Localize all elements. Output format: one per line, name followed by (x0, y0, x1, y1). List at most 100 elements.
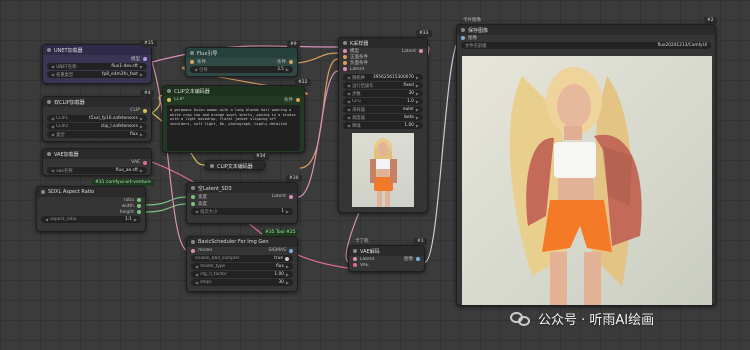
collapse-dot-icon[interactable] (41, 190, 45, 194)
input-pin[interactable] (190, 59, 194, 64)
denoise-widget[interactable]: ◀ 降噪 1.00 ▶ (343, 122, 423, 129)
weight-type-widget[interactable]: ◀ 权重类型 fp8_e4m3fn_fast ▶ (47, 71, 147, 78)
unet-loader-node[interactable]: UNET加载器 模型 ◀ UNET名称 flux1-dev.sft ▶ ◀ 权重类型 fp… (42, 44, 152, 84)
input-label: Latent (350, 66, 365, 72)
output-pin[interactable] (416, 257, 420, 261)
output-pin[interactable] (296, 97, 300, 102)
dual-clip-loader-node[interactable]: 双CLIP加载器 CLIP ◀ CLIP1 t5xxl_fp16.safetenso… (42, 96, 152, 142)
output-pin[interactable] (143, 108, 147, 113)
output-label: 条件 (284, 97, 293, 103)
output-label: 条件 (277, 59, 286, 65)
collapse-dot-icon[interactable] (47, 152, 51, 156)
output-pin[interactable] (143, 56, 147, 61)
collapse-dot-icon[interactable] (343, 41, 347, 45)
clip-type-widget[interactable]: ◀ 类型 flux ▶ (47, 131, 147, 138)
input-label: model (198, 248, 213, 253)
input-pin[interactable] (343, 61, 347, 65)
clip-text-encode-node[interactable]: CLIP文本编码器 CLIP 条件 a gorgeous Asian woman … (162, 85, 305, 153)
collapse-dot-icon[interactable] (190, 51, 194, 55)
unet-name-widget[interactable]: ◀ UNET名称 flux1-dev.sft ▶ (47, 63, 147, 70)
ksampler-node[interactable]: K采样器 模型 Latent 正面条件 负面条件 Latent ◀ 随机种 39562… (338, 37, 428, 213)
output-label: Latent (401, 48, 416, 54)
input-pin[interactable] (353, 263, 357, 267)
input-pin[interactable] (343, 55, 347, 59)
group-tag: 卡丁机 (355, 239, 369, 244)
output-pin[interactable] (137, 210, 141, 214)
output-pin[interactable] (143, 160, 147, 165)
collapse-dot-icon[interactable] (47, 48, 51, 52)
aspect-ratio-widget[interactable]: ◀ aspect_ratio 1:1 ▶ (41, 216, 141, 223)
output-pin[interactable] (289, 248, 293, 253)
scheduler-widget[interactable]: ◀ 调度器 beta ▶ (343, 114, 423, 121)
input-label: 图像 (468, 36, 477, 41)
output-pin[interactable] (289, 59, 293, 64)
node-title: VAE解码 (360, 248, 380, 255)
output-label: height (119, 209, 134, 215)
basic-scheduler-node[interactable]: BasicScheduler For Img Gen model SIGMAS e… (186, 236, 298, 292)
clip-text-encode-collapsed-node[interactable]: CLIP文本编码器 (205, 160, 265, 170)
collapse-dot-icon[interactable] (210, 164, 214, 168)
vae-decode-node[interactable]: VAE解码 Latent 图像 VAE (348, 245, 425, 272)
node-title: 保存图像 (468, 27, 489, 34)
prompt-textarea[interactable]: a gorgeous Asian woman with a long blond… (167, 105, 300, 151)
vae-name-widget[interactable]: ◀ vae名称 flux_ae.sft ▶ (47, 167, 147, 174)
collapse-dot-icon[interactable] (47, 100, 51, 104)
output-label: width (121, 203, 134, 209)
collapse-dot-icon[interactable] (461, 28, 465, 32)
cfg-widget[interactable]: ◀ CFG 1.0 ▶ (343, 98, 423, 105)
model-type-widget[interactable]: ◀ model_type flux ▶ (191, 263, 293, 270)
node-title: CLIP文本编码器 (217, 163, 253, 170)
batch-size-widget[interactable]: ◀ 批次大小 1 ▶ (191, 208, 293, 215)
output-label: CLIP (130, 108, 140, 113)
output-label: SIGMAS (268, 248, 287, 253)
sdxl-aspect-ratio-node[interactable]: SDXL Aspect Ratio ratio width height ◀ as… (36, 186, 146, 232)
input-pin[interactable] (191, 201, 195, 206)
output-label: VAE (131, 160, 140, 165)
node-id-badge: #15 (141, 40, 157, 47)
save-image-node[interactable]: 保存图像 图像 文件名前缀 flux20241213/ComfyUI (456, 24, 716, 306)
collapse-dot-icon[interactable] (191, 186, 195, 190)
input-pin[interactable] (353, 257, 357, 261)
node-title: 双CLIP加载器 (54, 99, 85, 106)
seed-widget[interactable]: ◀ 随机种 395625615300670 ▶ (343, 74, 423, 81)
input-pin[interactable] (461, 36, 465, 40)
input-pin[interactable] (167, 97, 171, 102)
sampler-preview-image (352, 133, 414, 207)
node-id-badge: #33 (416, 30, 432, 37)
input-pin[interactable] (343, 49, 347, 53)
input-label: CLIP (174, 97, 184, 102)
output-pin[interactable] (419, 49, 423, 53)
control-after-generate-widget[interactable]: ◀ 运行后操作 fixed ▶ (343, 82, 423, 89)
input-label: VAE (360, 262, 369, 268)
steps-widget[interactable]: ◀ steps 30 ▶ (191, 279, 293, 286)
output-pin[interactable] (137, 204, 141, 208)
output-pin[interactable] (289, 194, 293, 199)
output-pin[interactable] (137, 198, 141, 202)
enable-bbd-toggle[interactable]: enable_bbd_sampler true (191, 255, 293, 262)
collapse-dot-icon[interactable] (353, 249, 357, 253)
clip1-widget[interactable]: ◀ CLIP1 t5xxl_fp16.safetensors ▶ (47, 115, 147, 122)
flux-guidance-node[interactable]: Flux引导 条件 条件 ◀ 引导 3.5 ▶ (185, 47, 298, 77)
node-title: SDXL Aspect Ratio (48, 189, 95, 195)
node-id-badge: #4 (141, 90, 154, 97)
clip2-widget[interactable]: ◀ CLIP2 clip_l.safetensors ▶ (47, 123, 147, 130)
empty-latent-node[interactable]: 空Latent_SD3 宽度 Latent 高度 ◀ 批次大小 1 ▶ (186, 182, 298, 224)
guidance-widget[interactable]: ◀ 引导 3.5 ▶ (190, 66, 293, 73)
steps-widget[interactable]: ◀ 步数 30 ▶ (343, 90, 423, 97)
vae-loader-node[interactable]: VAE加载器 VAE ◀ vae名称 flux_ae.sft ▶ (42, 148, 152, 176)
node-id-badge: #30 (286, 175, 302, 182)
filename-prefix-widget[interactable]: 文件名前缀 flux20241213/ComfyUI (461, 42, 711, 49)
node-id-badge: #34 (253, 153, 269, 160)
collapse-dot-icon[interactable] (167, 89, 171, 93)
input-pin[interactable] (191, 194, 195, 199)
input-pin[interactable] (343, 67, 347, 71)
collapse-dot-icon[interactable] (191, 240, 195, 244)
watermark-text: 公众号 · 听雨AI绘画 (538, 313, 655, 328)
input-pin[interactable] (191, 248, 195, 253)
cfg-rl-factor-widget[interactable]: ◀ cfg_rl_factor 1.00 ▶ (191, 271, 293, 278)
node-title: UNET加载器 (54, 47, 83, 54)
node-id-badge: #1 (414, 238, 427, 245)
node-id-badge: #2 (704, 17, 717, 24)
node-id-badge: #22 (295, 79, 311, 86)
sampler-widget[interactable]: ◀ 采样器 euler ▶ (343, 106, 423, 113)
